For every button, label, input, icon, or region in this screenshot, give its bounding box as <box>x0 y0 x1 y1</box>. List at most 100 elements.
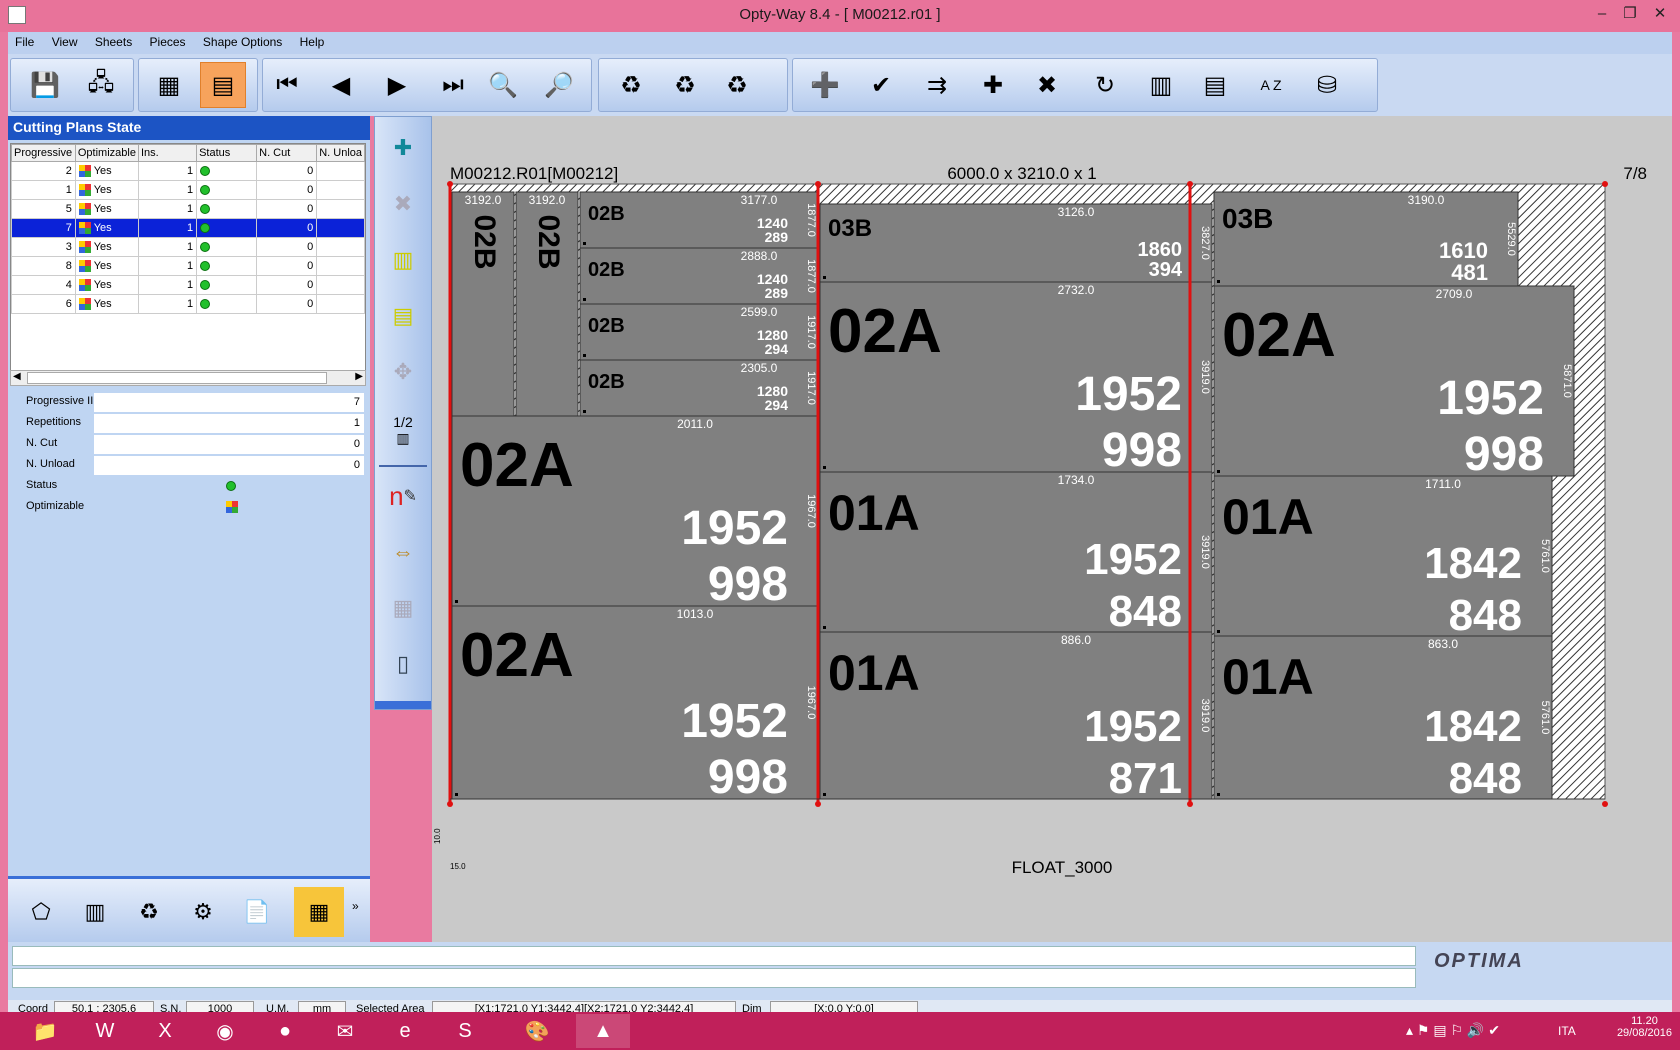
col-status[interactable]: Status <box>196 144 258 162</box>
half-sheet-icon[interactable]: 1/2 ▥ <box>380 407 426 453</box>
optimizable-icon <box>78 279 91 292</box>
explorer-icon[interactable]: 📁 <box>18 1014 72 1048</box>
table-row[interactable]: 3 Yes 1 0 <box>11 237 365 257</box>
nunload-value[interactable]: 0 <box>94 456 364 475</box>
merge-icon[interactable]: ▦ <box>380 585 426 631</box>
recycle-icon[interactable]: ♻ <box>608 62 654 108</box>
align-icon[interactable]: ▥ <box>1138 62 1184 108</box>
menu-file[interactable]: File <box>8 32 41 52</box>
grid-view-icon[interactable]: ▦ <box>146 62 192 108</box>
table-row[interactable]: 4 Yes 1 0 <box>11 275 365 295</box>
col-nunload[interactable]: N. Unloa <box>316 144 365 162</box>
cell-optimizable: Yes <box>74 237 139 257</box>
first-icon[interactable]: ⏮ <box>264 62 310 108</box>
piece-corner-marker <box>1217 630 1220 633</box>
sort-az-icon[interactable]: A Z <box>1248 62 1294 108</box>
menu-view[interactable]: View <box>45 32 85 52</box>
ie-icon[interactable]: e <box>378 1014 432 1048</box>
ncut-value[interactable]: 0 <box>94 435 364 454</box>
repetitions-value[interactable]: 1 <box>94 414 364 433</box>
clock[interactable]: 11.20 29/08/2016 <box>1617 1015 1672 1039</box>
last-icon[interactable]: ⏭ <box>430 62 476 108</box>
col-progressive[interactable]: Progressive <box>11 144 76 162</box>
scroll-right-icon[interactable]: ▶ <box>355 371 363 382</box>
more-icon[interactable]: » <box>352 899 359 913</box>
paint-icon[interactable]: 🎨 <box>510 1014 564 1048</box>
sheet-canvas[interactable]: M00212.R01[M00212] 6000.0 x 3210.0 x 1 7/8… <box>432 116 1672 942</box>
menu-sheets[interactable]: Sheets <box>88 32 139 52</box>
recycle-up-icon[interactable]: ♻ <box>662 62 708 108</box>
table-row[interactable]: 8 Yes 1 0 <box>11 256 365 276</box>
menu-help[interactable]: Help <box>293 32 332 52</box>
status-ok-icon <box>200 242 211 253</box>
table-row[interactable]: 5 Yes 1 0 <box>11 199 365 219</box>
scroll-left-icon[interactable]: ◀ <box>13 371 21 382</box>
scroll-thumb[interactable] <box>27 372 327 384</box>
cell-ncut: 0 <box>256 180 318 200</box>
align-left-icon[interactable]: ▤ <box>380 293 426 339</box>
layout-view-icon[interactable]: ▤ <box>200 62 246 108</box>
piece-code: 01A <box>828 645 920 701</box>
menu-shape-options[interactable]: Shape Options <box>196 32 289 52</box>
skype-icon[interactable]: S <box>438 1014 492 1048</box>
recycle-icon[interactable]: ♻ <box>124 887 174 937</box>
tray-icons[interactable]: ▴ ⚑ ▤ ⚐ 🔊 ✔ <box>1406 1022 1500 1039</box>
maximize-button[interactable]: ❐ <box>1616 2 1644 26</box>
piece-height: 871 <box>1109 754 1182 803</box>
piece-top-dim: 1711.0 <box>1425 477 1461 491</box>
table-row[interactable]: 7 Yes 1 0 <box>11 218 365 238</box>
camera-icon[interactable]: ● <box>258 1014 312 1048</box>
cutting-plans-grid[interactable]: Progressive Optimizable Ins. Status N. C… <box>10 143 366 383</box>
move-icon[interactable]: ✥ <box>380 349 426 395</box>
half-sheet-icon[interactable]: ▥ <box>70 887 120 937</box>
piece-code: 02B <box>532 214 565 269</box>
piece-top-dim: 3190.0 <box>1408 193 1445 207</box>
table-row[interactable]: 1 Yes 1 0 <box>11 180 365 200</box>
col-optimizable[interactable]: Optimizable <box>74 144 139 162</box>
confirm-icon[interactable]: ✔ <box>858 62 904 108</box>
machine-icon[interactable]: ⚙ <box>178 887 228 937</box>
minimize-button[interactable]: – <box>1588 2 1616 26</box>
remove-piece-icon[interactable]: ✖ <box>380 181 426 227</box>
add-sheet-icon[interactable]: ➕ <box>802 62 848 108</box>
sheet-drawing[interactable]: M00212.R01[M00212] 6000.0 x 3210.0 x 1 7/8… <box>432 116 1672 942</box>
word-icon[interactable]: W <box>78 1014 132 1048</box>
stretch-icon[interactable]: ⇔ <box>380 529 426 575</box>
shape-icon[interactable]: ⬠ <box>16 887 66 937</box>
next-icon[interactable]: ▶ <box>374 62 420 108</box>
zoom-out-icon[interactable]: 🔎 <box>536 62 582 108</box>
export-icon[interactable]: 🖧 <box>78 62 124 108</box>
align-top-icon[interactable]: ▥ <box>380 237 426 283</box>
report-icon[interactable]: 📄 <box>232 887 282 937</box>
excel-icon[interactable]: X <box>138 1014 192 1048</box>
close-button[interactable]: ✕ <box>1646 2 1674 26</box>
table-row[interactable]: 2 Yes 1 0 <box>11 161 365 181</box>
optyway-icon[interactable]: ▲ <box>576 1014 630 1048</box>
grid-icon[interactable]: ▦ <box>294 887 344 937</box>
database-icon[interactable]: ⛁ <box>1304 62 1350 108</box>
rename-icon[interactable]: n ✎ <box>380 473 426 519</box>
language-indicator[interactable]: ITA <box>1558 1024 1576 1038</box>
piece-height: 998 <box>1102 424 1182 477</box>
add-piece-icon[interactable]: ✚ <box>380 125 426 171</box>
recycle-delete-icon[interactable]: ♻ <box>714 62 760 108</box>
outlook-icon[interactable]: ✉ <box>318 1014 372 1048</box>
col-ncut[interactable]: N. Cut <box>256 144 318 162</box>
col-ins[interactable]: Ins. <box>137 144 198 162</box>
progressive-value[interactable]: 7 <box>94 393 364 412</box>
stack-icon[interactable]: ▤ <box>1192 62 1238 108</box>
insert-icon[interactable]: ▯ <box>380 641 426 687</box>
rotate-icon[interactable]: ↻ <box>1082 62 1128 108</box>
glass-type: FLOAT_3000 <box>1012 858 1113 877</box>
chrome-icon[interactable]: ◉ <box>198 1014 252 1048</box>
piece-side-dim: 1917.0 <box>805 315 817 349</box>
previous-icon[interactable]: ◀ <box>318 62 364 108</box>
delete-piece-icon[interactable]: ✖ <box>1024 62 1070 108</box>
grid-horizontal-scrollbar[interactable]: ◀ ▶ <box>10 370 366 386</box>
table-row[interactable]: 6 Yes 1 0 <box>11 294 365 314</box>
menu-pieces[interactable]: Pieces <box>143 32 193 52</box>
export-plan-icon[interactable]: ⇉ <box>914 62 960 108</box>
zoom-in-icon[interactable]: 🔍 <box>480 62 526 108</box>
add-piece-icon[interactable]: ✚ <box>970 62 1016 108</box>
save-icon[interactable]: 💾 <box>22 62 68 108</box>
